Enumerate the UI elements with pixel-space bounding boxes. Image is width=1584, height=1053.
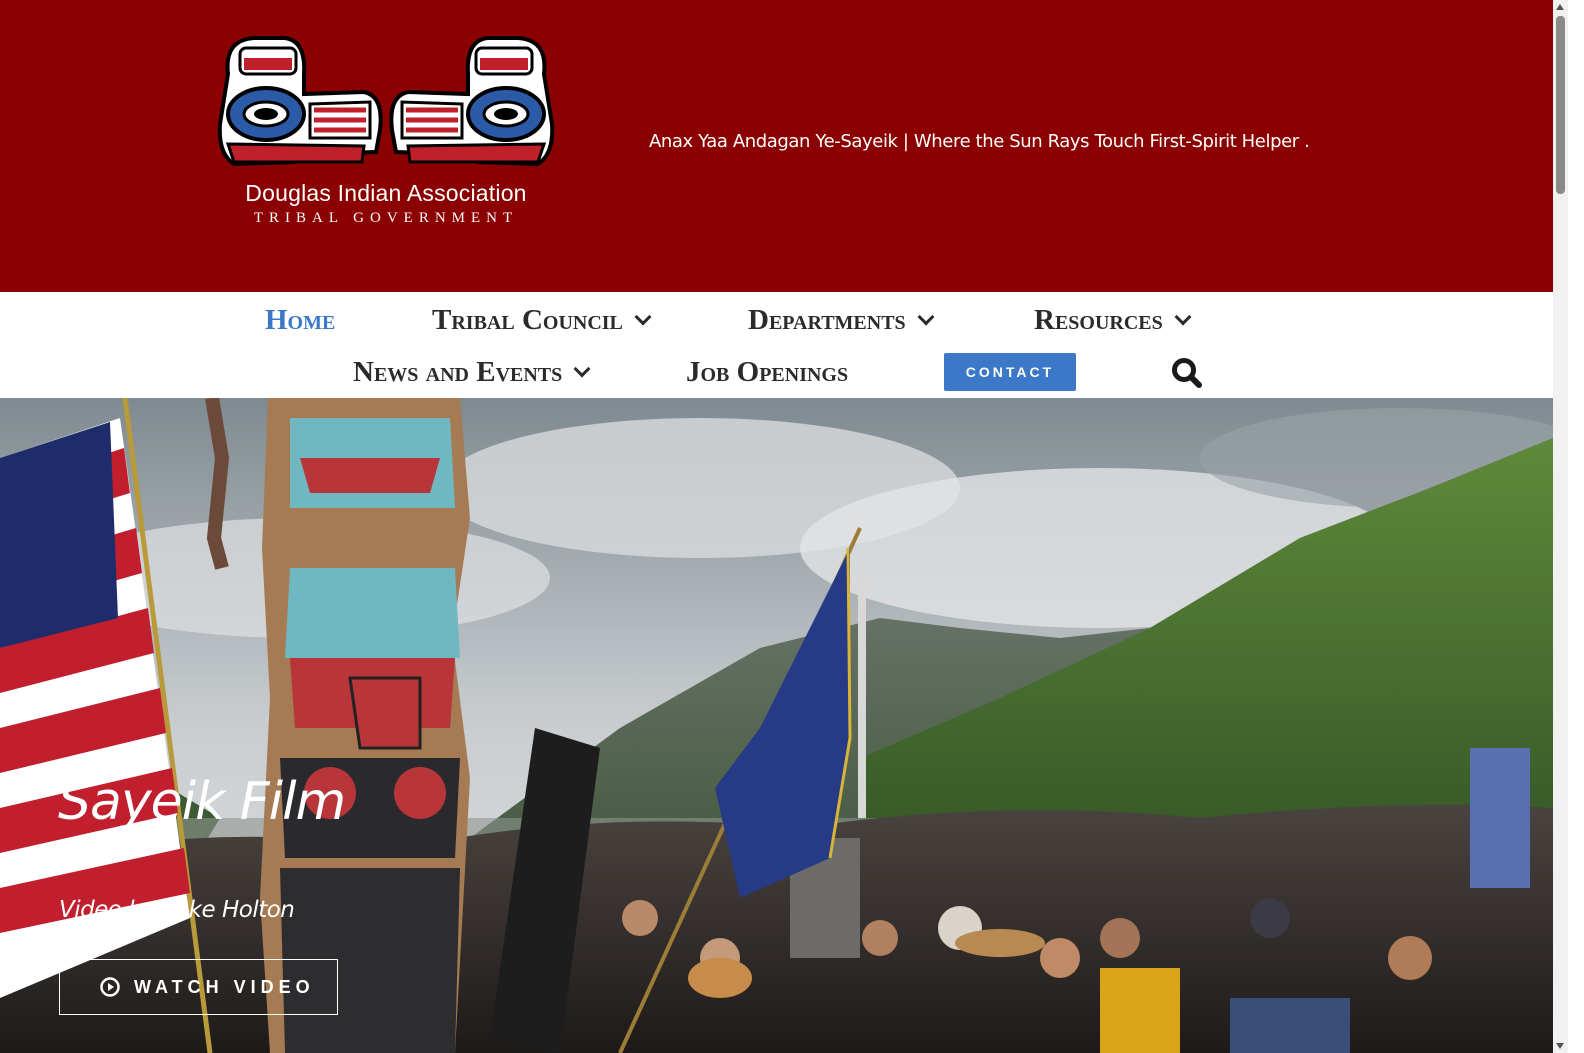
scrollbar-thumb[interactable] [1556,16,1565,194]
main-nav: Home Tribal Council Departments Resource… [0,292,1553,398]
chevron-down-icon [573,360,591,377]
page-scrollbar[interactable] [1553,0,1568,1053]
watch-video-label: WATCH VIDEO [134,976,315,997]
nav-item-label: Resources [1034,304,1163,336]
contact-button[interactable]: CONTACT [944,353,1076,391]
scroll-up-arrow-icon[interactable] [1556,4,1564,10]
nav-item-label: Job Openings [686,356,849,388]
tribal-crest-icon [217,36,555,167]
org-name: Douglas Indian Association [245,180,527,206]
site-logo[interactable]: Douglas Indian Association TRIBAL GOVERN… [214,34,558,234]
chevron-down-icon [1174,308,1192,325]
chevron-down-icon [917,308,935,325]
page: Douglas Indian Association TRIBAL GOVERN… [0,0,1568,1053]
hero-background-image [0,398,1553,1053]
nav-item-news-and-events[interactable]: News and Events [353,356,591,389]
chevron-down-icon [634,308,652,325]
org-subtitle: TRIBAL GOVERNMENT [253,210,519,226]
hero-title: Sayeik Film [58,772,346,832]
nav-item-tribal-council[interactable]: Tribal Council [432,304,652,337]
nav-item-label: Tribal Council [432,304,623,336]
nav-item-departments[interactable]: Departments [748,304,935,337]
nav-item-label: Departments [748,304,906,336]
nav-item-label: Home [265,304,336,336]
hero-subtitle: Video by Luke Holton [59,897,295,923]
nav-item-resources[interactable]: Resources [1034,304,1192,337]
scroll-down-arrow-icon[interactable] [1556,1043,1564,1049]
watch-video-button[interactable]: WATCH VIDEO [59,959,338,1015]
hero-section: Sayeik Film Video by Luke Holton WATCH V… [0,398,1553,1053]
site-tagline: Anax Yaa Andagan Ye-Sayeik | Where the S… [649,131,1310,152]
nav-item-job-openings[interactable]: Job Openings [686,356,848,389]
nav-item-home[interactable]: Home [265,304,335,337]
nav-item-label: News and Events [353,356,563,388]
site-header: Douglas Indian Association TRIBAL GOVERN… [0,0,1553,292]
search-icon [1172,358,1202,388]
play-circle-icon [100,977,120,997]
search-button[interactable] [1170,356,1204,390]
